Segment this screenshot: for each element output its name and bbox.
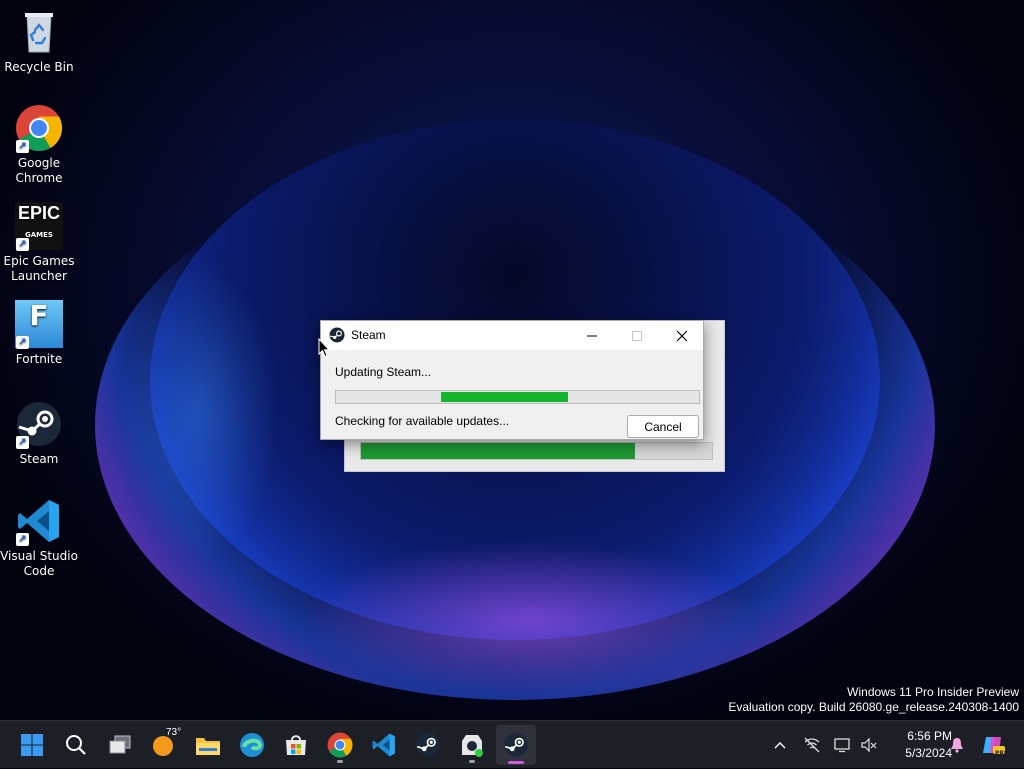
desktop-icon-steam[interactable]: ↗ Steam [0,400,78,467]
shortcut-arrow-icon: ↗ [16,336,29,349]
epic-games-icon: EPIC GAMES ↗ [15,202,63,251]
dialog-title: Steam [351,328,386,342]
minimize-button[interactable] [569,321,614,350]
file-explorer-icon [196,738,220,755]
mouse-cursor-icon [318,338,330,358]
chevron-up-icon [774,742,786,749]
update-status-text: Updating Steam... [335,365,432,379]
running-indicator [337,760,343,763]
taskbar-clock[interactable]: 6:56 PM 5/3/2024 [880,728,952,762]
desktop-icon-chrome[interactable]: ↗ Google Chrome [0,104,78,186]
task-view-button[interactable] [100,725,140,765]
weather-temperature: 73° [166,727,182,738]
evaluation-watermark: Windows 11 Pro Insider Preview Evaluatio… [728,685,1019,715]
chrome-icon: ↗ [15,104,63,153]
volume-muted-icon [861,737,877,753]
shortcut-arrow-icon: ↗ [16,238,29,251]
watermark-line: Windows 11 Pro Insider Preview [847,685,1019,699]
desktop-icon-label: Epic Games Launcher [3,254,75,283]
background-progress-fill [361,443,635,459]
vscode-taskbar-button[interactable] [364,725,404,765]
steam-taskbar-button[interactable] [408,725,448,765]
steam-updater-icon [462,735,483,757]
notification-bell-icon [951,738,963,753]
display-icon [834,738,850,753]
fortnite-icon: F ↗ [15,299,63,349]
notifications-button[interactable] [946,721,968,769]
epic-logo-text: EPIC [17,203,60,223]
show-hidden-icons-button[interactable] [770,721,790,769]
update-detail-text: Checking for available updates... [335,414,510,428]
chrome-taskbar-button[interactable] [320,725,360,765]
search-icon [66,735,86,755]
network-button[interactable] [800,721,824,769]
watermark-line: Evaluation copy. Build 26080.ge_release.… [728,700,1019,714]
clock-date: 5/3/2024 [905,746,952,760]
copilot-button[interactable]: PRE [978,721,1008,769]
store-icon [286,735,306,755]
desktop-icon-vscode[interactable]: ↗ Visual Studio Code [0,497,78,579]
active-indicator [508,761,524,764]
steam-icon [416,733,440,757]
vscode-icon: ↗ [15,497,63,546]
wallpaper-glow [300,540,760,700]
vscode-icon [372,733,395,757]
file-explorer-button[interactable] [188,725,228,765]
search-button[interactable] [56,725,96,765]
edge-button[interactable] [232,725,272,765]
maximize-button[interactable] [614,321,659,350]
task-view-icon [109,735,131,754]
steam-active-icon [504,733,528,757]
start-icon [21,734,43,756]
copilot-badge: PRE [995,750,1009,757]
edge-icon [240,733,264,757]
running-indicator [469,760,475,763]
dialog-titlebar[interactable]: Steam [321,321,703,350]
steam-active-taskbar-button[interactable] [496,725,536,765]
desktop-icon-label: Google Chrome [15,156,63,185]
steam-logo-icon [329,327,345,343]
close-icon [676,330,687,341]
volume-button[interactable] [858,721,880,769]
update-progress-bar [335,390,700,404]
shortcut-arrow-icon: ↗ [16,533,29,546]
start-button[interactable] [12,725,52,765]
update-progress-fill [441,392,568,402]
taskbar: 73° 6:56 PM 5/3/2024 PRE [0,720,1024,768]
display-button[interactable] [832,721,854,769]
store-button[interactable] [276,725,316,765]
steam-icon: ↗ [15,400,63,449]
steam-update-dialog: Steam Updating Steam... Checking for ava… [320,320,704,440]
desktop-icon-recycle-bin[interactable]: Recycle Bin [0,8,78,75]
recycle-bin-icon [15,8,63,56]
steam-updater-taskbar-button[interactable] [452,725,492,765]
close-button[interactable] [659,321,704,350]
background-progress-bar [360,442,713,460]
minimize-icon [586,335,597,336]
clock-time: 6:56 PM [907,729,952,743]
desktop-icon-label: Steam [19,452,59,466]
desktop-icon-fortnite[interactable]: F ↗ Fortnite [0,300,78,367]
network-off-icon [804,737,820,753]
desktop-icon-label: Recycle Bin [4,60,74,74]
shortcut-arrow-icon: ↗ [16,436,29,449]
shortcut-arrow-icon: ↗ [16,140,29,153]
wallpaper-glow [120,260,280,560]
weather-widget[interactable]: 73° [144,725,184,765]
desktop-icon-label: Fortnite [15,352,63,366]
desktop-icon-epic-games[interactable]: EPIC GAMES ↗ Epic Games Launcher [0,202,78,284]
maximize-icon [631,330,642,341]
chrome-icon [327,732,353,758]
desktop-icon-label: Visual Studio Code [0,549,78,578]
fortnite-logo-text: F [29,299,49,332]
cancel-button[interactable]: Cancel [627,415,699,438]
